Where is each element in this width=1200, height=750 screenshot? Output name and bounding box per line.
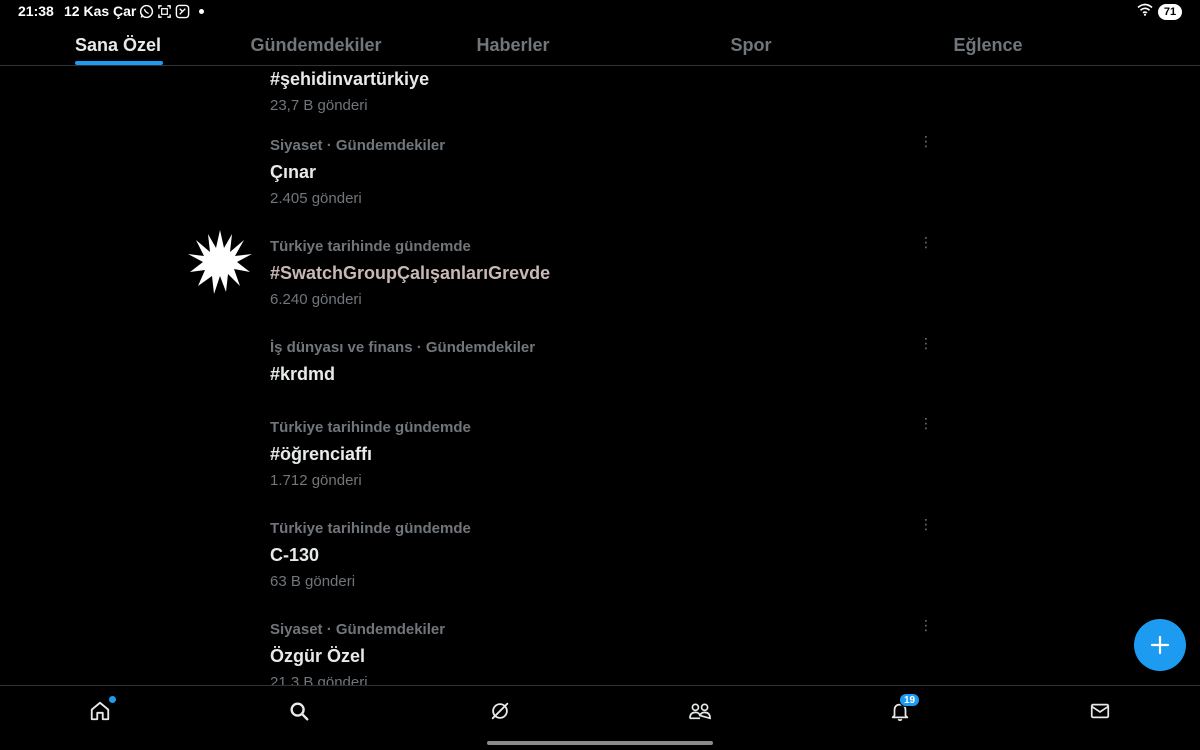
trend-post-count: 2.405 gönderi: [270, 190, 362, 207]
trend-category: Siyaset · Gündemdekiler: [270, 621, 446, 638]
trend-title: Çınar: [270, 162, 317, 182]
trends-feed[interactable]: #şehidinvartürkiye 23,7 B gönderi Siyase…: [0, 66, 1200, 685]
more-options-icon[interactable]: ⋮: [916, 333, 936, 353]
explore-tabs: Sana Özel Gündemdekiler Haberler Spor Eğ…: [0, 24, 1200, 66]
home-unread-dot: [109, 696, 116, 703]
home-icon: [90, 701, 110, 721]
trend-category: İş dünyası ve finans · Gündemdekiler: [270, 339, 536, 356]
trend-title: #SwatchGroupÇalışanlarıGrevde: [270, 263, 551, 283]
promoted-burst-icon: [188, 230, 252, 294]
more-options-icon[interactable]: ⋮: [916, 615, 936, 635]
more-options-icon[interactable]: ⋮: [916, 232, 936, 252]
more-options-icon[interactable]: ⋮: [916, 131, 936, 151]
battery-indicator: 71: [1158, 4, 1182, 20]
nav-communities[interactable]: [687, 698, 713, 724]
tab-haberler[interactable]: Haberler: [476, 35, 549, 56]
plus-icon: [1150, 635, 1170, 655]
tab-gundemdekiler[interactable]: Gündemdekiler: [250, 35, 381, 56]
trend-title: #krdmd: [270, 364, 336, 384]
status-date: 12 Kas Çar: [64, 3, 137, 19]
trend-post-count: 23,7 B gönderi: [270, 97, 368, 114]
nav-search[interactable]: [286, 698, 312, 724]
active-tab-indicator: [75, 61, 163, 65]
tab-sana-ozel[interactable]: Sana Özel: [75, 35, 161, 56]
compose-button[interactable]: [1134, 619, 1186, 671]
whatsapp-icon: [139, 4, 154, 19]
more-options-icon[interactable]: ⋮: [916, 514, 936, 534]
status-right: 71: [1137, 3, 1182, 21]
trend-post-count: 6.240 gönderi: [270, 291, 362, 308]
trend-title: #öğrenciaffı: [270, 444, 373, 464]
tab-spor[interactable]: Spor: [730, 35, 771, 56]
trend-post-count: 1.712 gönderi: [270, 472, 362, 489]
trend-category: Türkiye tarihinde gündemde: [270, 238, 471, 255]
trend-category: Siyaset · Gündemdekiler: [270, 137, 446, 154]
nav-notifications[interactable]: 19: [887, 693, 921, 724]
trend-title: Özgür Özel: [270, 646, 366, 666]
status-bar: 21:38 12 Kas Çar 71: [0, 0, 1200, 24]
nav-messages[interactable]: [1087, 698, 1113, 724]
grok-icon: [491, 702, 509, 720]
trend-title: C-130: [270, 545, 320, 565]
trend-category: Türkiye tarihinde gündemde: [270, 520, 471, 537]
app-icon: [175, 4, 190, 19]
more-notifications-dot: [199, 8, 204, 14]
status-notification-icons: [139, 3, 204, 19]
trend-category: Türkiye tarihinde gündemde: [270, 419, 471, 436]
notifications-badge: 19: [899, 693, 921, 707]
search-icon: [290, 702, 309, 721]
more-options-icon[interactable]: ⋮: [916, 413, 936, 433]
trend-post-count: 21,3 B gönderi: [270, 674, 368, 685]
gesture-home-bar[interactable]: [487, 741, 713, 745]
trend-title: #şehidinvartürkiye: [270, 69, 430, 89]
tab-eglence[interactable]: Eğlence: [953, 35, 1022, 56]
screenshot-icon: [157, 4, 172, 19]
nav-home[interactable]: [87, 696, 116, 724]
communities-icon: [689, 703, 711, 720]
trend-post-count: 63 B gönderi: [270, 573, 356, 590]
wifi-icon: [1137, 3, 1153, 21]
status-time: 21:38: [18, 3, 54, 19]
nav-grok[interactable]: [487, 698, 513, 724]
messages-icon: [1090, 703, 1110, 719]
